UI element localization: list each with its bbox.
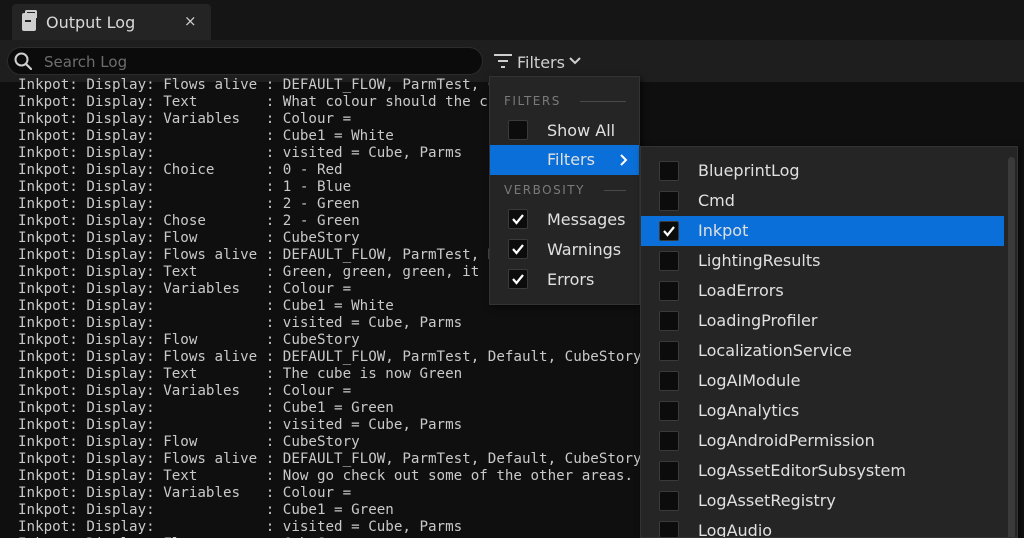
chevron-down-icon [569,57,581,65]
category-label: LogAssetRegistry [698,491,836,510]
messages-checkbox[interactable] [508,209,528,229]
category-checkbox[interactable] [659,311,679,331]
verbosity-section-header: VERBOSITY [504,183,585,197]
filters-section-header: FILTERS [504,94,561,108]
check-icon [512,274,524,285]
search-icon [14,52,32,70]
category-checkbox[interactable] [659,191,679,211]
check-icon [512,214,524,225]
tab-bar: Output Log × [0,0,1024,40]
filters-submenu-label: Filters [547,150,595,169]
category-label: LogAnalytics [698,401,800,420]
verbosity-item-warnings[interactable]: Warnings [490,235,639,265]
category-item[interactable]: LightingResults [641,246,1004,276]
category-label: Cmd [698,191,735,210]
category-label: LoadingProfiler [698,311,818,330]
category-item[interactable]: LogAudio [641,516,1004,538]
close-icon[interactable]: × [184,12,197,30]
chevron-right-icon [620,154,628,166]
category-item[interactable]: LocalizationService [641,336,1004,366]
section-divider [604,190,626,191]
category-item[interactable]: Cmd [641,186,1004,216]
category-checkbox[interactable] [659,521,679,537]
filters-label: Filters [517,53,565,72]
category-item[interactable]: LogAIModule [641,366,1004,396]
category-item[interactable]: LoadErrors [641,276,1004,306]
errors-label: Errors [547,270,595,289]
category-label: LogAssetEditorSubsystem [698,461,906,480]
filters-submenu-item[interactable]: Filters [490,145,639,175]
verbosity-item-errors[interactable]: Errors [490,265,639,295]
category-item[interactable]: LogAndroidPermission [641,426,1004,456]
category-label: LoadErrors [698,281,784,300]
category-item[interactable]: LogAssetEditorSubsystem [641,456,1004,486]
category-filter-submenu: BlueprintLog Cmd Inkpot LightingResults Load… [640,146,1018,538]
show-all-checkbox[interactable] [508,120,528,140]
category-label: LocalizationService [698,341,852,360]
category-checkbox[interactable] [659,491,679,511]
category-checkbox[interactable] [659,251,679,271]
category-checkbox[interactable] [659,281,679,301]
category-checkbox[interactable] [659,461,679,481]
warnings-checkbox[interactable] [508,239,528,259]
category-checkbox[interactable] [659,401,679,421]
category-item[interactable]: BlueprintLog [641,156,1004,186]
category-label: Inkpot [698,221,749,240]
terminal-doc-icon [22,10,37,31]
tab-title: Output Log [46,13,136,32]
category-checkbox[interactable] [659,341,679,361]
check-icon [512,244,524,255]
category-checkbox[interactable] [659,431,679,451]
category-item[interactable]: LogAnalytics [641,396,1004,426]
messages-label: Messages [547,210,626,229]
errors-checkbox[interactable] [508,269,528,289]
category-item[interactable]: LogAssetRegistry [641,486,1004,516]
section-divider [580,101,626,102]
category-label: LogAIModule [698,371,801,390]
search-box[interactable] [7,47,483,75]
category-checkbox[interactable] [659,371,679,391]
warnings-label: Warnings [547,240,622,259]
show-all-label: Show All [547,121,616,140]
category-checkbox[interactable] [659,221,679,241]
scrollbar[interactable] [1008,157,1015,537]
show-all-item[interactable]: Show All [490,116,639,146]
tab-output-log[interactable]: Output Log × [12,4,211,40]
filter-icon [494,54,512,68]
category-checkbox[interactable] [659,161,679,181]
category-item[interactable]: LoadingProfiler [641,306,1004,336]
category-label: LogAndroidPermission [698,431,875,450]
check-icon [663,226,675,237]
verbosity-item-messages[interactable]: Messages [490,205,639,235]
category-label: LightingResults [698,251,821,270]
filters-menu: FILTERS Show All Filters VERBOSITY Messa… [489,76,640,305]
category-label: BlueprintLog [698,161,800,180]
search-input[interactable] [42,50,476,74]
category-item[interactable]: Inkpot [641,216,1004,246]
category-label: LogAudio [698,521,773,538]
